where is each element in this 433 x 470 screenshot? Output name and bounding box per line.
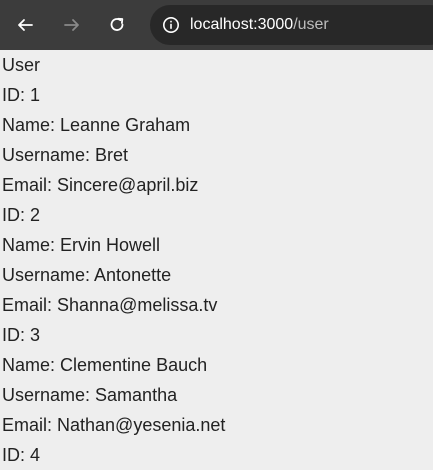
user-email: Email: Shanna@melissa.tv: [2, 295, 218, 315]
user-id: ID: 1: [2, 85, 41, 105]
reload-icon: [110, 17, 124, 31]
user-id: ID: 2: [2, 205, 41, 225]
arrow-right-icon: [64, 19, 79, 31]
arrow-left-icon: [18, 19, 33, 31]
user-username: Username: Samantha: [2, 385, 178, 405]
browser-toolbar: localhost:3000/user: [0, 0, 433, 50]
page-title: User: [2, 55, 41, 75]
user-id: ID: 4: [2, 445, 41, 465]
user-name: Name: Clementine Bauch: [2, 355, 208, 375]
back-button[interactable]: [10, 10, 40, 40]
user-email: Email: Sincere@april.biz: [2, 175, 199, 195]
user-email: Email: Nathan@yesenia.net: [2, 415, 226, 435]
reload-button[interactable]: [102, 10, 132, 40]
address-bar[interactable]: localhost:3000/user: [150, 5, 433, 45]
url-host: localhost:3000: [190, 16, 294, 33]
info-icon[interactable]: [162, 16, 180, 34]
url-path: /user: [293, 16, 329, 33]
user-username: Username: Bret: [2, 145, 129, 165]
forward-button[interactable]: [57, 10, 87, 40]
page-content: User ID: 1 Name: Leanne Graham Username:…: [0, 50, 433, 470]
user-name: Name: Ervin Howell: [2, 235, 161, 255]
user-name: Name: Leanne Graham: [2, 115, 191, 135]
user-id: ID: 3: [2, 325, 41, 345]
user-username: Username: Antonette: [2, 265, 172, 285]
url-text[interactable]: localhost:3000/user: [190, 16, 329, 34]
